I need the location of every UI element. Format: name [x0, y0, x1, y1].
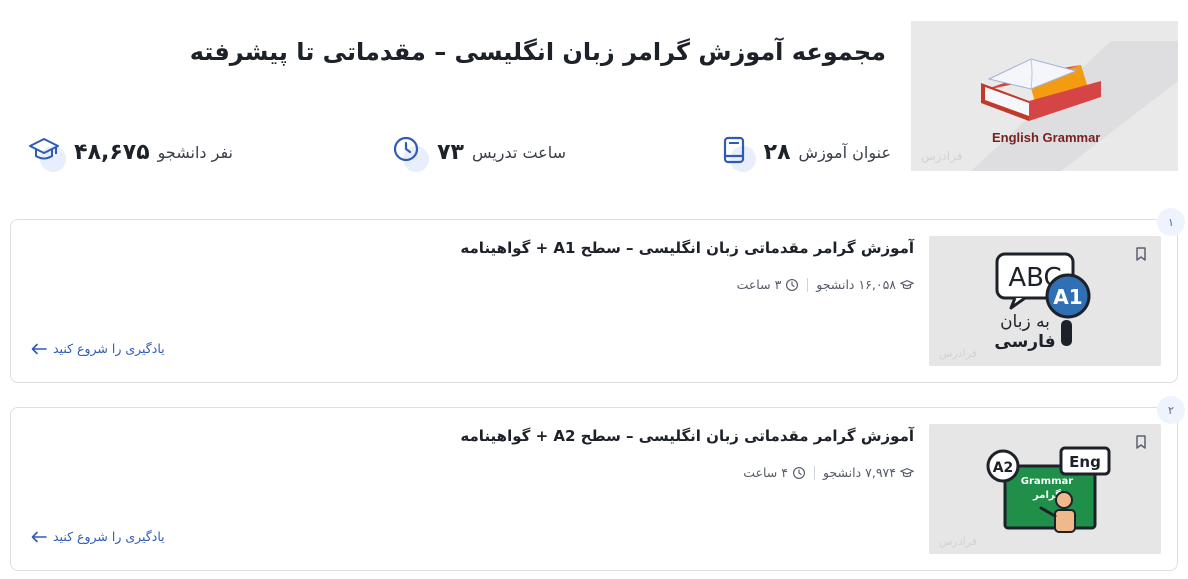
course-index-badge: ۲ [1157, 396, 1185, 424]
graduation-cap-icon [900, 279, 914, 289]
duration-text: ۴ ساعت [743, 465, 788, 480]
students-text: ۷,۹۷۴ دانشجو [822, 465, 896, 480]
thumb-farsi-line1: به زبان [1000, 312, 1050, 332]
clock-icon [792, 466, 805, 479]
cover-watermark: فرادرس [921, 149, 963, 163]
thumb-eng-text: Eng [1069, 453, 1101, 471]
start-learning-label: یادگیری را شروع کنید [53, 341, 165, 356]
hours-label: ساعت تدریس [471, 142, 566, 162]
courses-count: ۲۸ [763, 139, 791, 165]
arrow-left-icon [31, 343, 47, 354]
course-duration: ۴ ساعت [743, 465, 806, 480]
course-duration: ۳ ساعت [737, 277, 800, 292]
course-thumbnail[interactable]: Grammar گرامر A2 Eng فرادرس [929, 424, 1161, 554]
hours-count: ۷۳ [437, 139, 464, 165]
book-icon [716, 132, 756, 172]
thumb-watermark: فرادرس [939, 347, 978, 360]
start-learning-label: یادگیری را شروع کنید [53, 529, 165, 544]
thumb-farsi-line2: فارسی [994, 332, 1055, 352]
stat-hours: ۷۳ ساعت تدریس [389, 132, 566, 172]
thumb-watermark: فرادرس [939, 535, 978, 548]
students-text: ۱۶,۰۵۸ دانشجو [816, 277, 896, 292]
graduation-cap-icon [26, 132, 67, 172]
duration-text: ۳ ساعت [736, 277, 782, 292]
course-students: ۱۶,۰۵۸ دانشجو [816, 277, 914, 292]
clock-icon [786, 278, 799, 291]
courses-label: عنوان آموزش [798, 142, 891, 162]
course-index-badge: ۱ [1157, 208, 1185, 236]
clock-icon [389, 132, 430, 172]
start-learning-link[interactable]: یادگیری را شروع کنید [31, 529, 165, 544]
course-card[interactable]: ۱ ABC A1 به زبان فارسی فرادرس آموزش گرام… [10, 208, 1185, 383]
start-learning-link[interactable]: یادگیری را شروع کنید [31, 341, 165, 356]
thumb-a1-badge: A1 [1053, 285, 1082, 309]
arrow-left-icon [31, 531, 47, 542]
collection-cover-image: English Grammar فرادرس [911, 21, 1178, 171]
meta-divider [813, 465, 815, 480]
stat-students: ۴۸,۶۷۵ نفر دانشجو [26, 132, 233, 172]
thumb-a2-badge: A2 [993, 460, 1014, 476]
course-meta: ۷,۹۷۴ دانشجو ۴ ساعت [743, 465, 914, 480]
students-label: نفر دانشجو [157, 142, 233, 162]
bookmark-icon[interactable] [1133, 434, 1149, 454]
bookmark-icon[interactable] [1133, 246, 1149, 266]
cover-caption: English Grammar [992, 130, 1101, 145]
stat-courses: ۲۸ عنوان آموزش [716, 132, 891, 172]
meta-divider [807, 277, 809, 292]
page-title: مجموعه آموزش گرامر زبان انگلیسی – مقدمات… [189, 38, 886, 66]
students-count: ۴۸,۶۷۵ [74, 139, 150, 165]
graduation-cap-icon [900, 467, 914, 477]
course-card[interactable]: ۲ Grammar گرامر A2 Eng فرادرس آموزش گرام… [10, 396, 1185, 571]
course-students: ۷,۹۷۴ دانشجو [823, 465, 914, 480]
thumb-board-line1: Grammar [1021, 476, 1073, 487]
course-title[interactable]: آموزش گرامر مقدماتی زبان انگلیسی – سطح A… [460, 239, 914, 257]
course-title[interactable]: آموزش گرامر مقدماتی زبان انگلیسی – سطح A… [460, 427, 914, 445]
course-meta: ۱۶,۰۵۸ دانشجو ۳ ساعت [737, 277, 914, 292]
course-thumbnail[interactable]: ABC A1 به زبان فارسی فرادرس [929, 236, 1161, 366]
